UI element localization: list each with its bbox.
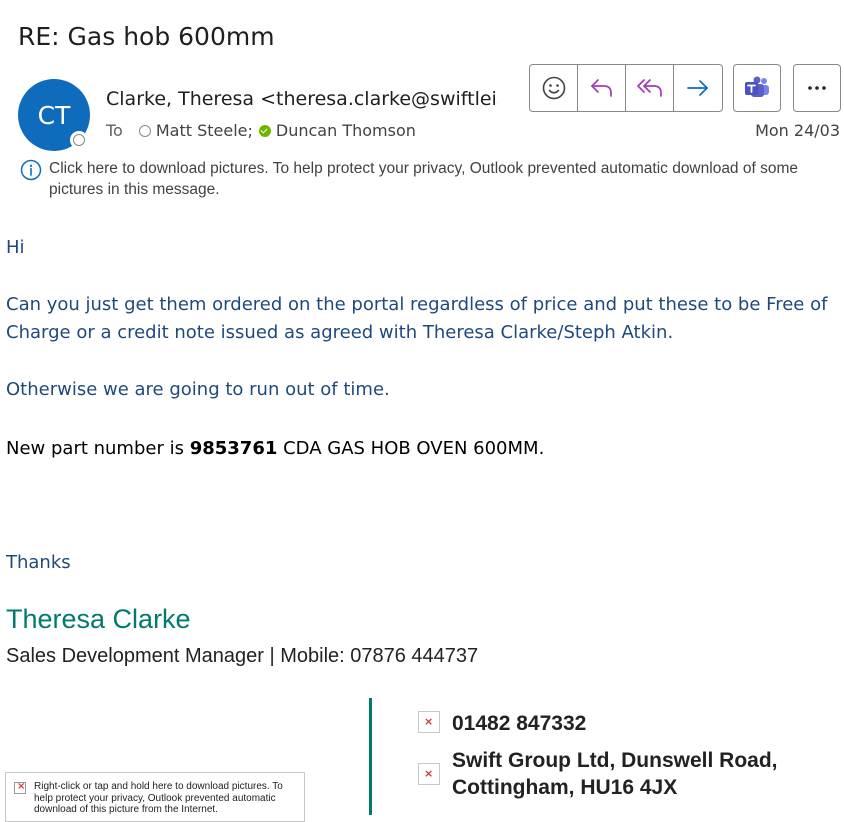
signature-title: Sales Development Manager | Mobile: 0787… <box>6 645 479 667</box>
reply-button[interactable] <box>578 65 626 111</box>
recipient-matt-steele[interactable]: Matt Steele; <box>156 121 253 140</box>
reply-all-button[interactable] <box>626 65 674 111</box>
to-label: To <box>106 121 123 140</box>
infobar-message: Click here to download pictures. To help… <box>49 160 798 198</box>
more-icon <box>808 86 826 90</box>
part-prefix: New part number is <box>6 438 190 459</box>
teams-chat-button[interactable] <box>733 64 781 112</box>
closing: Thanks <box>6 552 71 573</box>
message-actions-toolbar <box>529 64 723 112</box>
body-paragraph-1: Can you just get them ordered on the por… <box>6 294 828 343</box>
react-button[interactable] <box>530 65 578 111</box>
forward-icon <box>687 80 708 96</box>
forward-button[interactable] <box>674 65 722 111</box>
received-date: Mon 24/03 <box>755 121 840 140</box>
presence-status-icon <box>70 131 88 149</box>
smiley-icon <box>542 76 565 100</box>
presence-available-icon <box>258 124 271 137</box>
signature-divider <box>369 698 372 815</box>
blocked-image-address-icon[interactable]: × <box>418 763 440 785</box>
info-icon <box>20 159 42 181</box>
more-actions-button[interactable] <box>793 64 841 112</box>
broken-image-icon: × <box>14 781 26 794</box>
blocked-image-text: Right-click or tap and hold here to down… <box>34 781 283 815</box>
part-description: CDA GAS HOB OVEN 600MM. <box>277 438 545 459</box>
recipients-row: To Matt Steele; Duncan Thomson <box>106 121 416 140</box>
signature-phone: 01482 847332 <box>452 712 587 735</box>
blocked-image-phone-icon[interactable]: × <box>418 711 440 733</box>
signature-name: Theresa Clarke <box>6 604 191 634</box>
teams-icon <box>745 76 769 97</box>
reply-all-icon <box>636 79 662 97</box>
avatar-initials: CT <box>37 100 71 130</box>
presence-unknown-icon <box>138 124 151 137</box>
email-subject: RE: Gas hob 600mm <box>18 22 275 51</box>
reply-icon <box>590 79 612 97</box>
greeting: Hi <box>6 237 25 258</box>
sender-name[interactable]: Clarke, Theresa <theresa.clarke@swiftlei… <box>106 88 498 110</box>
download-pictures-infobar[interactable]: Click here to download pictures. To help… <box>20 158 830 200</box>
part-number: 9853761 <box>189 438 278 459</box>
body-paragraph-2: Otherwise we are going to run out of tim… <box>6 379 390 400</box>
recipient-duncan-thomson[interactable]: Duncan Thomson <box>276 121 416 140</box>
signature-address: Swift Group Ltd, Dunswell Road, Cottingh… <box>452 749 778 799</box>
part-number-line: New part number is 9853761 CDA GAS HOB O… <box>6 435 544 463</box>
